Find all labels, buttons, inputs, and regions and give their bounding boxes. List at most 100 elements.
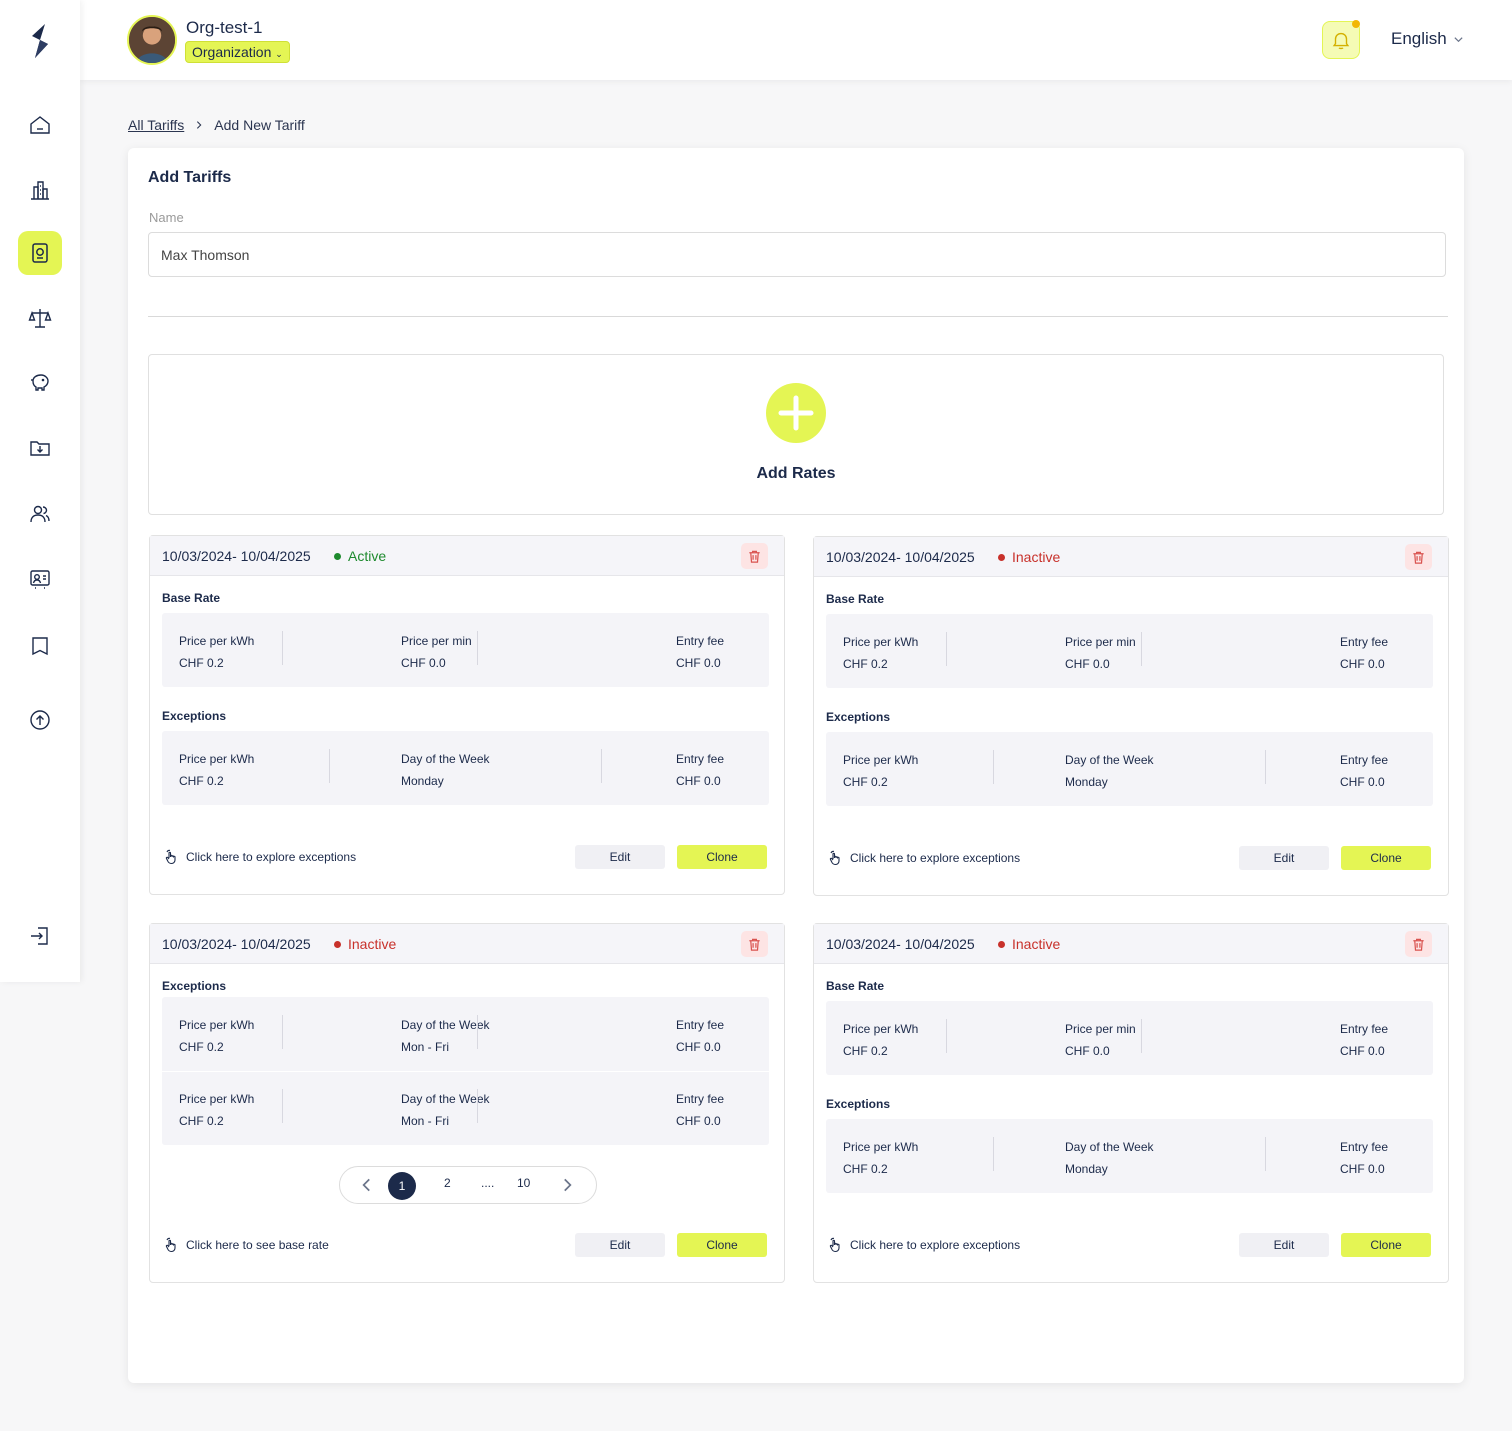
col-value: CHF 0.2 — [179, 656, 224, 670]
folder-download-icon — [30, 441, 50, 456]
col-value: CHF 0.2 — [843, 657, 888, 671]
app-logo[interactable] — [26, 22, 54, 60]
delete-button[interactable] — [741, 543, 768, 569]
explore-exceptions-link[interactable]: Click here to explore exceptions — [164, 849, 356, 865]
chevron-left-icon[interactable] — [358, 1176, 376, 1194]
nav-reports[interactable] — [18, 624, 62, 668]
rate-card-header: 10/03/2024- 10/04/2025 Inactive — [814, 924, 1448, 964]
page-2[interactable]: 2 — [444, 1176, 451, 1190]
status-badge: Inactive — [998, 549, 1060, 565]
trash-icon — [1413, 938, 1424, 951]
col-value: CHF 0.0 — [676, 656, 721, 670]
nav-tariffs[interactable] — [18, 296, 62, 340]
breadcrumb: All Tariffs Add New Tariff — [128, 117, 305, 133]
chevron-down-icon: ⌄ — [275, 49, 283, 59]
notification-dot — [1352, 20, 1360, 28]
col-value: CHF 0.2 — [179, 1040, 224, 1054]
explore-link-text: Click here to explore exceptions — [850, 851, 1021, 865]
status-label: Inactive — [1012, 549, 1061, 565]
page-10[interactable]: 10 — [517, 1176, 530, 1190]
col-label: Entry fee — [676, 752, 725, 766]
date-range: 10/03/2024- 10/04/2025 — [162, 936, 311, 952]
top-bar: Org-test-1 Organization ⌄ English — [80, 0, 1512, 80]
edit-button[interactable]: Edit — [575, 845, 665, 869]
book-icon — [32, 637, 48, 656]
page-1[interactable]: 1 — [388, 1172, 416, 1200]
col-label: Day of the Week — [1065, 1140, 1154, 1154]
clone-button[interactable]: Clone — [677, 1233, 767, 1257]
nav-customers[interactable] — [18, 557, 62, 601]
col-label: Price per kWh — [843, 753, 919, 767]
add-rates-button[interactable]: Add Rates — [148, 354, 1444, 515]
scale-icon — [28, 309, 52, 328]
base-rate-box: Price per kWh CHF 0.2 Price per min CHF 0.… — [826, 614, 1433, 688]
base-rate-box: Price per kWh CHF 0.2 Price per min CHF 0.… — [826, 1001, 1433, 1075]
language-selector[interactable]: English — [1391, 29, 1464, 49]
see-base-rate-link[interactable]: Click here to see base rate — [164, 1237, 329, 1253]
exceptions-box: Price per kWh CHF 0.2 Day of the Week Mond… — [162, 731, 769, 805]
explore-exceptions-link[interactable]: Click here to explore exceptions — [828, 850, 1020, 866]
base-rate-label: Base Rate — [826, 979, 885, 993]
clone-button[interactable]: Clone — [1341, 846, 1431, 870]
col-label: Price per kWh — [179, 1018, 255, 1032]
col-label: Price per kWh — [179, 1092, 255, 1106]
chevron-down-icon — [1454, 36, 1463, 42]
hand-pointer-icon — [829, 850, 840, 866]
status-label: Inactive — [1012, 936, 1061, 952]
nav-logout[interactable] — [18, 914, 62, 958]
col-label: Price per min — [1065, 635, 1136, 649]
explore-link-text: Click here to explore exceptions — [186, 850, 357, 864]
name-input[interactable] — [148, 232, 1446, 277]
delete-button[interactable] — [1405, 931, 1432, 957]
col-value: CHF 0.0 — [1065, 657, 1110, 671]
nav-buildings[interactable] — [18, 168, 62, 212]
see-base-rate-text: Click here to see base rate — [186, 1238, 329, 1252]
col-value: CHF 0.0 — [1340, 1162, 1385, 1176]
date-range: 10/03/2024- 10/04/2025 — [162, 548, 311, 564]
notifications-button[interactable] — [1322, 20, 1360, 59]
col-label: Day of the Week — [1065, 753, 1154, 767]
nav-finance[interactable] — [18, 360, 62, 404]
breadcrumb-all-tariffs[interactable]: All Tariffs — [128, 117, 184, 133]
chevron-right-icon[interactable] — [558, 1176, 576, 1194]
status-badge: Inactive — [334, 936, 396, 952]
status-badge: Active — [334, 548, 386, 564]
exceptions-box: Price per kWh CHF 0.2 Day of the Week Mond… — [826, 1119, 1433, 1193]
pagination: 1 2 .... 10 — [339, 1166, 597, 1204]
name-label: Name — [149, 210, 184, 225]
delete-button[interactable] — [1405, 544, 1432, 570]
edit-button[interactable]: Edit — [1239, 846, 1329, 870]
edit-button[interactable]: Edit — [1239, 1233, 1329, 1257]
nav-upload[interactable] — [18, 698, 62, 742]
charger-icon — [32, 243, 48, 263]
org-type-dropdown[interactable]: Organization ⌄ — [185, 41, 290, 63]
rate-card-header: 10/03/2024- 10/04/2025 Active — [150, 536, 784, 576]
clone-button[interactable]: Clone — [1341, 1233, 1431, 1257]
exceptions-label: Exceptions — [826, 710, 891, 724]
col-value: CHF 0.2 — [843, 1044, 888, 1058]
status-label: Active — [348, 548, 387, 564]
avatar[interactable] — [127, 15, 177, 65]
users-icon — [30, 505, 50, 523]
col-value: CHF 0.0 — [1340, 775, 1385, 789]
col-label: Entry fee — [676, 1092, 725, 1106]
status-label: Inactive — [348, 936, 397, 952]
col-value: CHF 0.2 — [179, 1114, 224, 1128]
nav-home[interactable] — [18, 103, 62, 147]
delete-button[interactable] — [741, 931, 768, 957]
trash-icon — [749, 938, 760, 951]
nav-chargers[interactable] — [18, 231, 62, 275]
edit-button[interactable]: Edit — [575, 1233, 665, 1257]
base-rate-label: Base Rate — [162, 591, 221, 605]
col-value: Monday — [1065, 1162, 1108, 1176]
col-label: Price per kWh — [843, 1140, 919, 1154]
rate-card-header: 10/03/2024- 10/04/2025 Inactive — [150, 924, 784, 964]
status-badge: Inactive — [998, 936, 1060, 952]
explore-exceptions-link[interactable]: Click here to explore exceptions — [828, 1237, 1020, 1253]
nav-documents[interactable] — [18, 426, 62, 470]
exceptions-box: Price per kWh CHF 0.2 Day of the Week Mond… — [826, 732, 1433, 806]
rate-card-header: 10/03/2024- 10/04/2025 Inactive — [814, 537, 1448, 577]
date-range: 10/03/2024- 10/04/2025 — [826, 549, 975, 565]
nav-users[interactable] — [18, 492, 62, 536]
clone-button[interactable]: Clone — [677, 845, 767, 869]
